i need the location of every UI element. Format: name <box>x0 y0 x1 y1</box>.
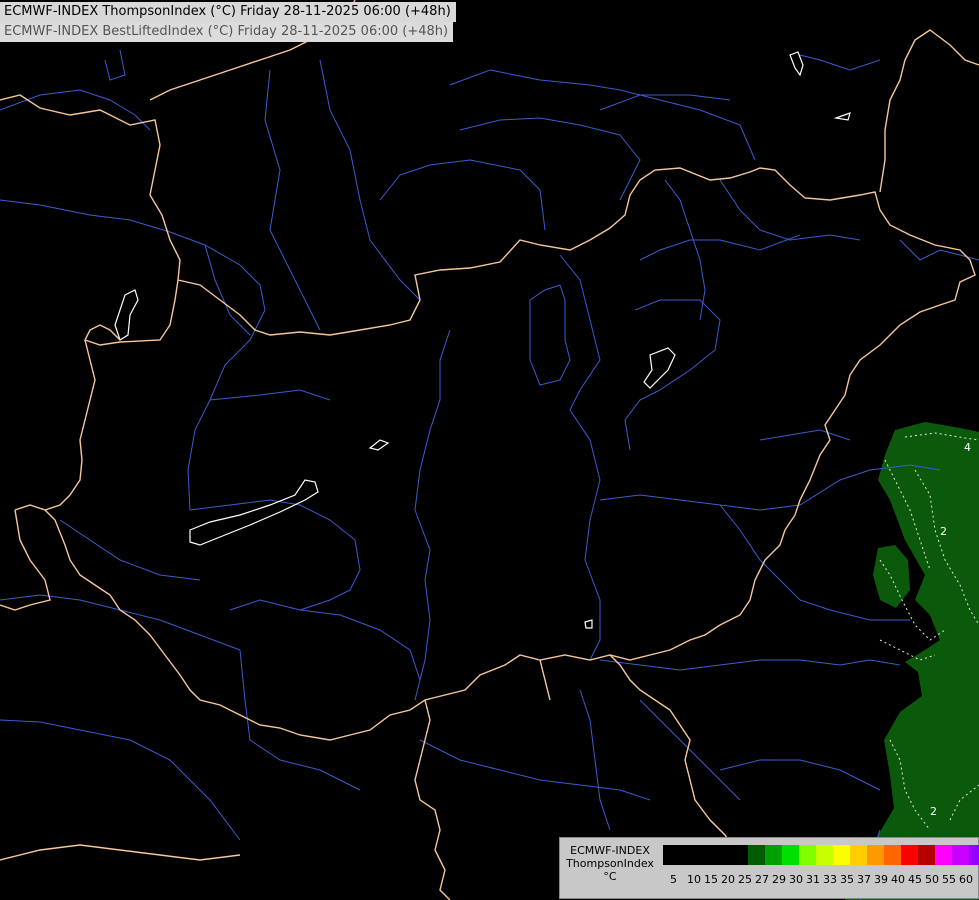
legend-tick-label: 60 <box>959 873 973 886</box>
legend-tick-label: 15 <box>704 873 718 886</box>
legend-swatch <box>663 845 680 865</box>
legend-swatch <box>816 845 833 865</box>
legend-tick-label: 5 <box>670 873 677 886</box>
legend-swatch <box>935 845 952 865</box>
legend-tick-label: 39 <box>874 873 888 886</box>
legend-color-bar <box>663 845 979 865</box>
contour-label-4: 4 <box>964 441 971 454</box>
legend-tick-label: 25 <box>738 873 752 886</box>
legend-swatch <box>901 845 918 865</box>
legend-variable: ThompsonIndex <box>566 857 654 870</box>
legend-swatch <box>731 845 748 865</box>
legend-tick-label: 37 <box>857 873 871 886</box>
weather-map: 4 2 2 <box>0 0 979 900</box>
color-legend: ECMWF-INDEX ThompsonIndex °C 5 10 15 20 25 27… <box>559 837 979 899</box>
legend-model: ECMWF-INDEX <box>570 844 650 857</box>
legend-tick-label: 27 <box>755 873 769 886</box>
legend-swatch <box>850 845 867 865</box>
legend-tick-label: 31 <box>806 873 820 886</box>
legend-tick-label: 30 <box>789 873 803 886</box>
legend-tick-label: 35 <box>840 873 854 886</box>
legend-swatch <box>867 845 884 865</box>
legend-tick-label: 29 <box>772 873 786 886</box>
legend-swatch <box>969 845 979 865</box>
legend-swatch <box>799 845 816 865</box>
legend-swatch <box>697 845 714 865</box>
legend-tick-label: 20 <box>721 873 735 886</box>
map-title-primary: ECMWF-INDEX ThompsonIndex (°C) Friday 28… <box>0 2 456 22</box>
legend-tick-label: 33 <box>823 873 837 886</box>
legend-swatch <box>765 845 782 865</box>
map-title-secondary: ECMWF-INDEX BestLiftedIndex (°C) Friday … <box>0 22 454 42</box>
legend-swatch <box>782 845 799 865</box>
legend-unit: °C <box>603 870 617 883</box>
legend-swatch <box>952 845 969 865</box>
legend-swatch <box>714 845 731 865</box>
legend-tick-labels: 5 10 15 20 25 27 29 30 31 33 35 37 39 40 45 50 55 60 <box>670 873 976 886</box>
legend-swatch <box>748 845 765 865</box>
legend-swatch <box>833 845 850 865</box>
legend-label: ECMWF-INDEX ThompsonIndex °C <box>560 844 660 883</box>
legend-tick-label: 45 <box>908 873 922 886</box>
legend-tick-label: 10 <box>687 873 701 886</box>
legend-swatch <box>680 845 697 865</box>
legend-tick-label: 40 <box>891 873 905 886</box>
legend-swatch <box>918 845 935 865</box>
contour-label-2b: 2 <box>930 805 937 818</box>
legend-tick-label: 50 <box>925 873 939 886</box>
contour-label-2a: 2 <box>940 525 947 538</box>
legend-tick-label: 55 <box>942 873 956 886</box>
legend-swatch <box>884 845 901 865</box>
